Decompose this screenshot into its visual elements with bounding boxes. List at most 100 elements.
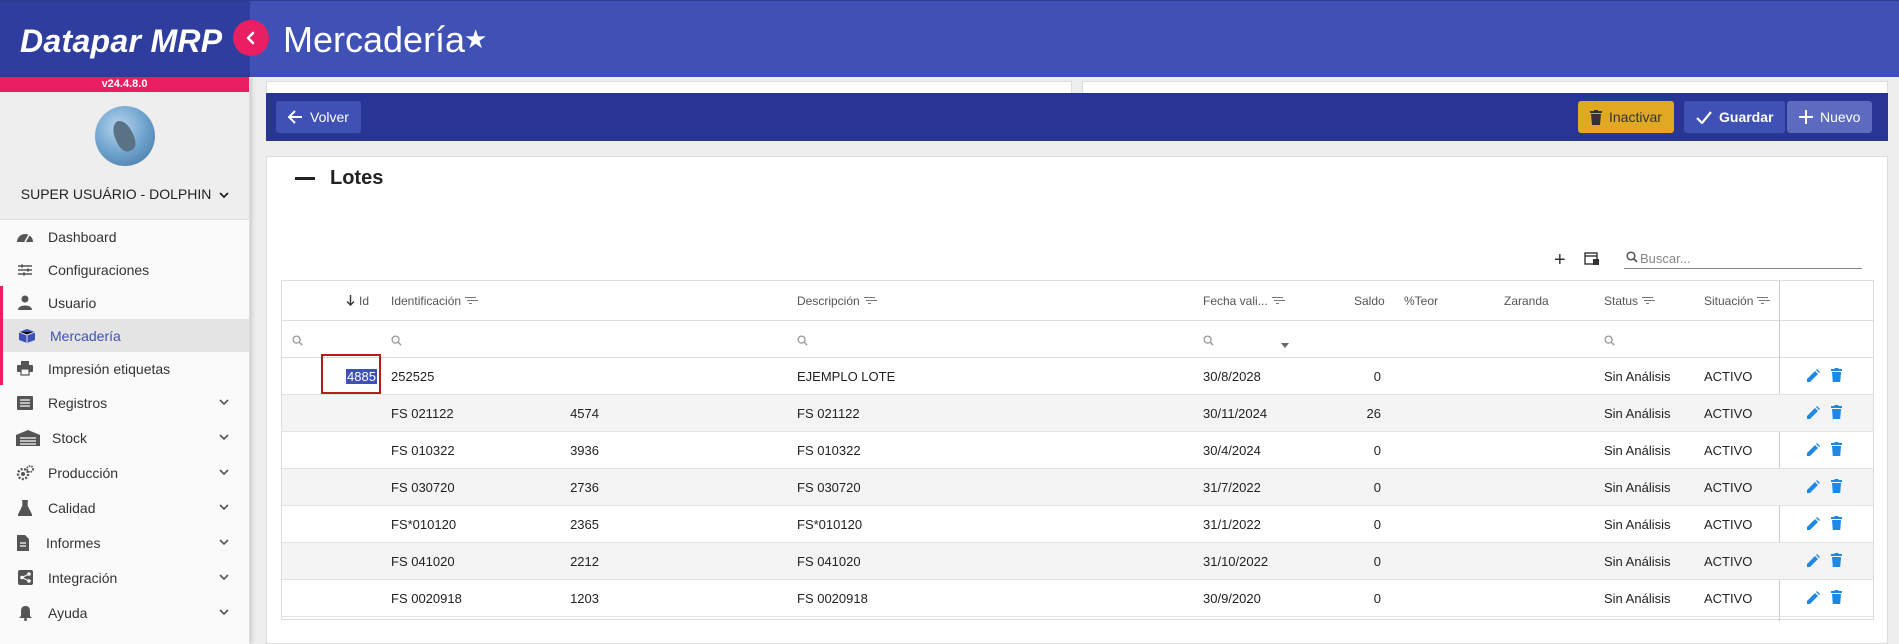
brand-area: Datapar MRP — [0, 1, 250, 78]
collapse-panel-icon[interactable] — [295, 177, 315, 180]
search-input[interactable] — [1640, 248, 1858, 268]
sidebar-item-registros[interactable]: Registros — [0, 385, 249, 420]
edit-icon[interactable] — [1807, 406, 1820, 422]
sidebar-item-usuario[interactable]: Usuario — [0, 286, 249, 319]
delete-icon[interactable] — [1831, 516, 1842, 533]
delete-icon[interactable] — [1831, 479, 1842, 496]
table-row[interactable]: 4885 252525 EJEMPLO LOTE 30/8/2028 0 Sin… — [282, 354, 1873, 395]
selected-id-text[interactable]: 4885 — [346, 368, 377, 384]
filter-icon[interactable] — [1642, 296, 1654, 305]
save-button-label: Guardar — [1719, 109, 1774, 125]
sidebar-item-dashboard[interactable]: Dashboard — [0, 220, 249, 253]
column-header-status[interactable]: Status — [1604, 294, 1654, 308]
sidebar-item-calidad[interactable]: Calidad — [0, 490, 249, 525]
column-header-id[interactable]: Id — [346, 294, 369, 308]
new-button[interactable]: Nuevo — [1787, 101, 1873, 133]
share-icon — [14, 569, 36, 587]
delete-icon[interactable] — [1831, 405, 1842, 422]
favorite-star-icon[interactable]: ★ — [464, 24, 487, 55]
brand-logo[interactable]: Datapar MRP — [20, 23, 222, 60]
cell-saldo: 0 — [1373, 553, 1381, 569]
cell-fecha: 31/10/2022 — [1203, 553, 1269, 569]
inactivate-button[interactable]: Inactivar — [1578, 101, 1674, 133]
column-header-fecha[interactable]: Fecha vali... — [1203, 294, 1283, 308]
bell-icon — [14, 604, 36, 622]
cell-situacion: ACTIVO — [1704, 405, 1753, 421]
table-header: Id Identificación Descripción Fecha vali… — [282, 281, 1873, 321]
table-row[interactable]: 4574 FS 021122 FS 021122 30/11/2024 26 S… — [282, 395, 1873, 432]
sidebar-item-integracion[interactable]: Integración — [0, 560, 249, 595]
column-header-teor[interactable]: %Teor — [1404, 294, 1438, 308]
table-row[interactable]: 2736 FS 030720 FS 030720 31/7/2022 0 Sin… — [282, 469, 1873, 506]
cell-fecha: 30/4/2024 — [1203, 442, 1261, 458]
column-label: Zaranda — [1504, 293, 1549, 308]
delete-icon[interactable] — [1831, 368, 1842, 385]
chevron-down-icon — [219, 572, 229, 584]
action-toolbar: Volver Inactivar Guardar Nuevo — [266, 93, 1888, 141]
cell-descripcion: FS 0020918 — [797, 590, 868, 606]
edit-icon[interactable] — [1807, 554, 1820, 570]
search-icon[interactable] — [797, 334, 808, 349]
filter-icon[interactable] — [465, 296, 477, 305]
chevron-down-icon — [219, 467, 229, 479]
caret-down-icon[interactable] — [1281, 336, 1289, 351]
cell-descripcion: FS 030720 — [797, 479, 861, 495]
column-label: Identificación — [391, 293, 462, 308]
search-icon — [1626, 251, 1638, 263]
edit-icon[interactable] — [1807, 443, 1820, 459]
delete-icon[interactable] — [1831, 442, 1842, 459]
table-row[interactable]: 3936 FS 010322 FS 010322 30/4/2024 0 Sin… — [282, 432, 1873, 469]
check-icon — [1696, 110, 1712, 124]
column-header-situacion[interactable]: Situación — [1704, 294, 1769, 308]
back-button[interactable]: Volver — [276, 101, 361, 133]
user-menu-toggle[interactable]: SUPER USUÁRIO - DOLPHIN — [0, 186, 250, 202]
search-icon[interactable] — [1203, 334, 1214, 349]
edit-icon[interactable] — [1807, 591, 1820, 607]
filter-icon[interactable] — [1271, 296, 1283, 305]
table-row[interactable]: 2365 FS*010120 FS*010120 31/1/2022 0 Sin… — [282, 506, 1873, 543]
sidebar-item-label: Mercadería — [50, 327, 121, 344]
cell-fecha: 30/9/2020 — [1203, 590, 1261, 606]
column-header-saldo[interactable]: Saldo — [1354, 294, 1385, 308]
search-icon[interactable] — [391, 334, 402, 349]
avatar[interactable] — [95, 106, 155, 166]
sidebar-item-label: Usuario — [48, 294, 97, 311]
save-button[interactable]: Guardar — [1684, 101, 1786, 133]
column-label: %Teor — [1404, 293, 1439, 308]
search-icon[interactable] — [1604, 334, 1615, 349]
edit-icon[interactable] — [1807, 517, 1820, 533]
collapse-sidebar-button[interactable] — [233, 20, 269, 56]
page-title: Mercadería — [283, 19, 466, 60]
column-chooser-icon[interactable] — [1584, 252, 1600, 269]
search-icon[interactable] — [292, 334, 303, 349]
filter-icon[interactable] — [863, 296, 875, 305]
sliders-icon — [14, 261, 36, 279]
sidebar-item-configuraciones[interactable]: Configuraciones — [0, 253, 249, 286]
edit-icon[interactable] — [1807, 369, 1820, 385]
add-row-icon[interactable]: + — [1554, 249, 1566, 272]
sidebar-item-ayuda[interactable]: Ayuda — [0, 595, 249, 630]
sidebar-item-stock[interactable]: Stock — [0, 420, 249, 455]
delete-icon[interactable] — [1831, 553, 1842, 570]
column-header-descripcion[interactable]: Descripción — [797, 294, 875, 308]
cell-id: 2365 — [570, 516, 599, 532]
cell-fecha: 31/7/2022 — [1203, 479, 1261, 495]
cell-descripcion: FS 010322 — [797, 442, 861, 458]
cell-descripcion: FS 021122 — [797, 405, 860, 421]
sidebar-item-produccion[interactable]: Producción — [0, 455, 249, 490]
filter-icon[interactable] — [1757, 296, 1769, 305]
column-header-identificacion[interactable]: Identificación — [391, 293, 477, 308]
sidebar-item-informes[interactable]: Informes — [0, 525, 249, 560]
gears-icon — [14, 464, 36, 482]
column-header-zaranda[interactable]: Zaranda — [1504, 294, 1549, 308]
delete-icon[interactable] — [1831, 590, 1842, 607]
cell-situacion: ACTIVO — [1704, 442, 1753, 458]
table-row[interactable]: 2212 FS 041020 FS 041020 31/10/2022 0 Si… — [282, 543, 1873, 580]
table-row[interactable]: 1203 FS 0020918 FS 0020918 30/9/2020 0 S… — [282, 580, 1873, 617]
edit-icon[interactable] — [1807, 480, 1820, 496]
sidebar-item-impresion-etiquetas[interactable]: Impresión etiquetas — [0, 352, 249, 385]
sidebar-item-mercaderia[interactable]: Mercadería — [0, 319, 249, 352]
version-badge: v24.4.8.0 — [0, 77, 249, 92]
chevron-down-icon — [219, 607, 229, 619]
cell-identificacion: FS 0020918 — [391, 590, 462, 606]
